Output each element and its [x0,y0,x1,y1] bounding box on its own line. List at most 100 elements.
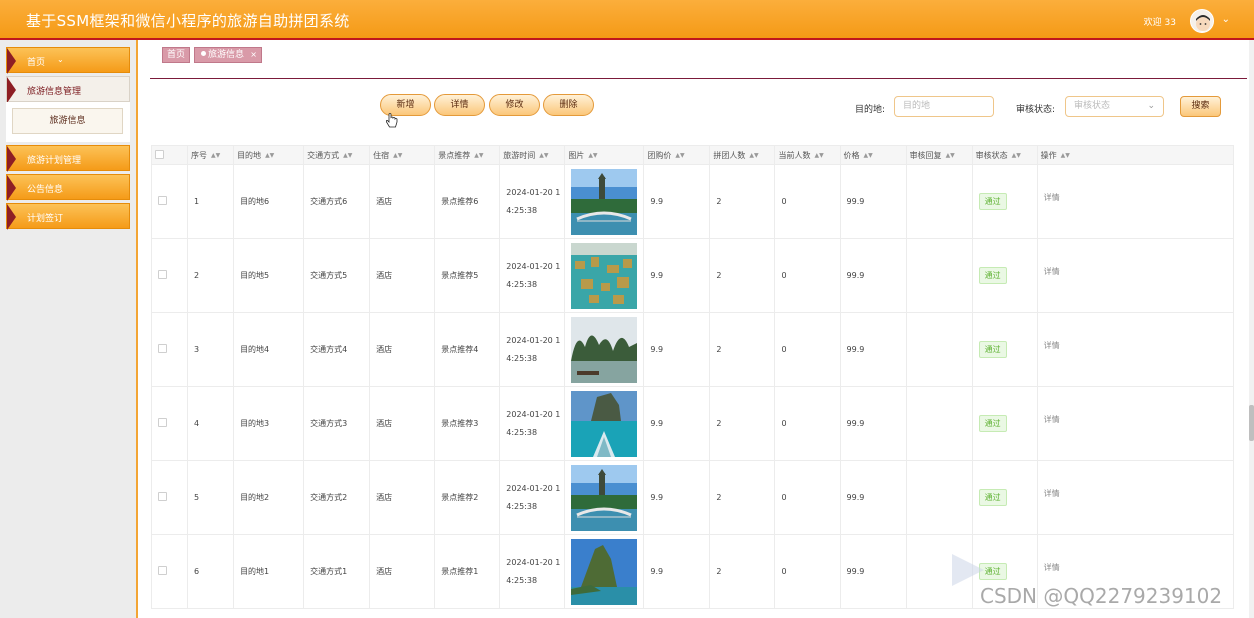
watermark: CSDN @QQ2279239102 [980,584,1223,608]
active-dot-icon [201,51,206,56]
cell-spot: 景点推荐1 [434,534,501,609]
cell-current: 0 [774,534,841,609]
table-row[interactable]: 4 目的地3 交通方式3 酒店 景点推荐3 2024-01-20 1 4:25:38 9.9 2… [150,386,1235,461]
scenic-photo[interactable] [571,316,638,383]
sidebar-item-label: 公告信息 [27,185,64,195]
row-checkbox[interactable] [158,492,167,501]
cell-status: 通过 [971,460,1038,535]
cell-group-price: 9.9 [643,460,711,535]
submenu-item-travel-info[interactable]: 旅游信息 [12,108,123,134]
sidebar-item-announcements[interactable]: 公告信息 [6,174,130,201]
edit-button[interactable]: 修改 [489,94,540,116]
row-checkbox[interactable] [158,196,167,205]
column-header[interactable]: 审核状态 ▲▼ [971,145,1038,165]
divider [150,78,1247,79]
menu-arrow-icon [7,146,16,172]
row-checkbox[interactable] [158,566,167,575]
sidebar-item-home[interactable]: 首页 ⌄ [6,47,130,74]
data-table: 序号 ▲▼ 目的地 ▲▼ 交通方式 ▲▼ 住宿 ▲▼ 景点推荐 ▲▼ 旅游时间 ▲▼ 图片 ▲… [150,145,1235,609]
scenic-photo[interactable] [571,464,638,531]
detail-link[interactable]: 详情 [1044,193,1060,202]
cell-image [564,386,645,461]
cell-dest: 目的地4 [233,312,305,387]
table-row[interactable]: 3 目的地4 交通方式4 酒店 景点推荐4 2024-01-20 1 4:25:38 9.9 2… [150,312,1235,387]
cell-transport: 交通方式6 [303,164,371,239]
cell-current: 0 [774,312,841,387]
select-all-header [150,145,189,165]
detail-link[interactable]: 详情 [1044,489,1060,498]
delete-button[interactable]: 删除 [543,94,594,116]
cell-spot: 景点推荐6 [434,164,501,239]
cell-time: 2024-01-20 1 4:25:38 [499,238,566,313]
row-select-cell [150,238,189,313]
detail-link[interactable]: 详情 [1044,563,1060,572]
column-header[interactable]: 操作 ▲▼ [1036,145,1235,165]
column-header[interactable]: 图片 ▲▼ [564,145,645,165]
sidebar-item-travel-info-management[interactable]: 旅游信息管理 [6,76,130,103]
status-select[interactable]: 审核状态 ⌄ [1065,96,1164,117]
cell-reply [905,238,973,313]
column-header[interactable]: 景点推荐 ▲▼ [434,145,501,165]
cell-idx: 2 [187,238,235,313]
scenic-photo[interactable] [571,390,638,457]
column-header[interactable]: 目的地 ▲▼ [233,145,305,165]
app-title: 基于SSM框架和微信小程序的旅游自助拼团系统 [26,12,350,30]
destination-input[interactable]: 目的地 [894,96,994,117]
table-row[interactable]: 5 目的地2 交通方式2 酒店 景点推荐2 2024-01-20 1 4:25:38 9.9 2… [150,460,1235,535]
sidebar-item-label: 计划签订 [27,214,64,224]
search-button[interactable]: 搜索 [1180,96,1221,117]
sort-icon: ▲▼ [814,151,824,159]
row-checkbox[interactable] [158,270,167,279]
column-header[interactable]: 交通方式 ▲▼ [303,145,371,165]
row-checkbox[interactable] [158,418,167,427]
select-all-checkbox[interactable] [155,149,164,159]
avatar[interactable] [1190,9,1214,33]
detail-link[interactable]: 详情 [1044,267,1060,276]
detail-link[interactable]: 详情 [1044,415,1060,424]
cell-image [564,534,645,609]
cell-stay: 酒店 [369,534,436,609]
scenic-photo[interactable] [571,168,638,235]
column-header[interactable]: 旅游时间 ▲▼ [499,145,566,165]
column-header[interactable]: 团购价 ▲▼ [643,145,711,165]
sidebar-item-plan-signing[interactable]: 计划签订 [6,203,130,230]
column-header[interactable]: 住宿 ▲▼ [369,145,436,165]
column-header[interactable]: 当前人数 ▲▼ [774,145,841,165]
scenic-photo[interactable] [571,538,638,605]
sidebar-item-travel-plan-management[interactable]: 旅游计划管理 [6,145,130,172]
detail-button[interactable]: 详情 [434,94,485,116]
row-checkbox[interactable] [158,344,167,353]
cell-stay: 酒店 [369,386,436,461]
table-row[interactable]: 2 目的地5 交通方式5 酒店 景点推荐5 2024-01-20 1 4:25:38 9.9 2… [150,238,1235,313]
cell-group-size: 2 [709,386,776,461]
sort-icon: ▲▼ [945,151,955,159]
sort-icon: ▲▼ [343,151,353,159]
tab-travel-info[interactable]: 旅游信息 × [194,47,262,63]
status-select-placeholder: 审核状态 [1074,101,1111,111]
column-header[interactable]: 价格 ▲▼ [839,145,907,165]
user-menu-caret-icon[interactable]: ⌄ [1222,14,1230,25]
sort-icon: ▲▼ [265,151,275,159]
cell-actions: 详情 [1036,164,1235,239]
column-header[interactable]: 拼团人数 ▲▼ [709,145,776,165]
scenic-photo[interactable] [571,242,638,309]
cell-spot: 景点推荐4 [434,312,501,387]
sidebar-item-label: 旅游信息管理 [27,87,82,97]
status-badge: 通过 [978,415,1007,432]
row-select-cell [150,460,189,535]
hand-cursor-icon [385,113,398,133]
tab-home[interactable]: 首页 [162,47,190,63]
detail-link[interactable]: 详情 [1044,341,1060,350]
cell-transport: 交通方式5 [303,238,371,313]
table-row[interactable]: 1 目的地6 交通方式6 酒店 景点推荐6 2024-01-20 1 4:25:38 9.9 2… [150,164,1235,239]
sort-icon: ▲▼ [539,151,549,159]
menu-arrow-icon [7,48,16,74]
cell-reply [905,460,973,535]
scrollbar-thumb[interactable] [1249,405,1254,441]
status-badge: 通过 [978,341,1007,358]
status-badge: 通过 [978,267,1007,284]
column-header[interactable]: 审核回复 ▲▼ [905,145,973,165]
column-header[interactable]: 序号 ▲▼ [187,145,235,165]
scrollbar-track[interactable] [1249,40,1254,618]
close-icon[interactable]: × [250,48,257,62]
